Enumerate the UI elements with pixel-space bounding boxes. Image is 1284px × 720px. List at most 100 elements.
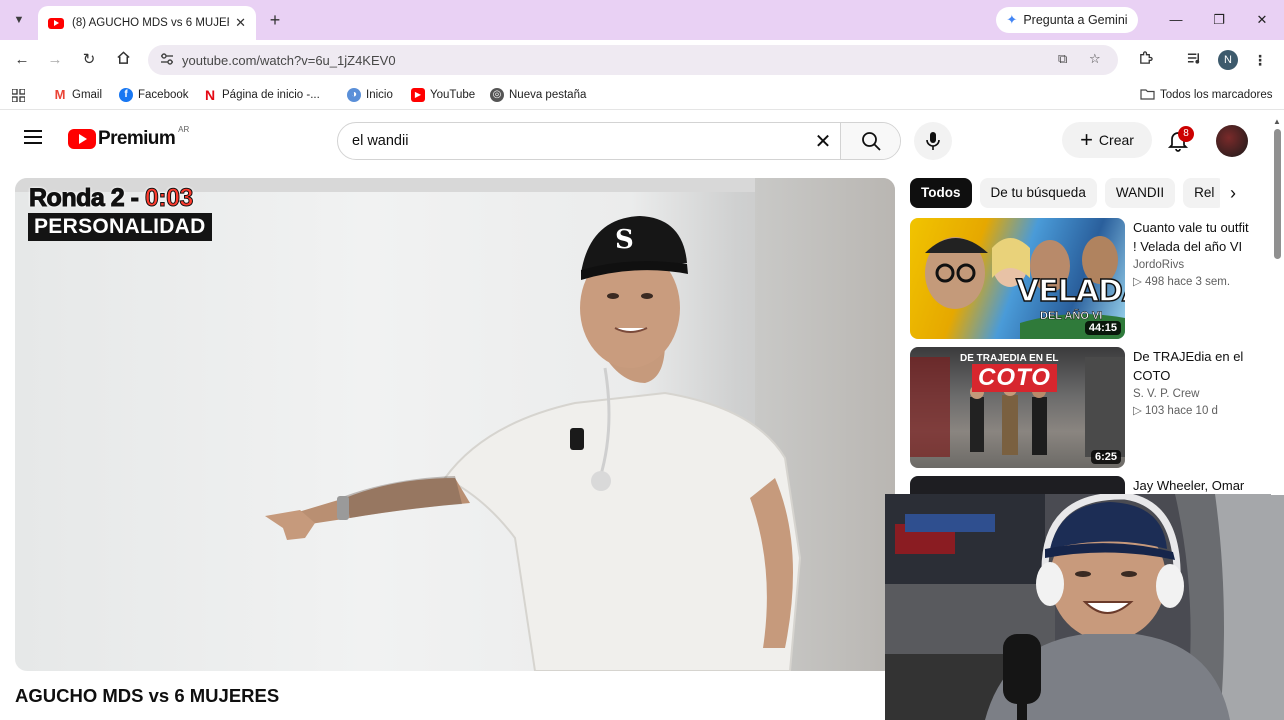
- guide-menu-icon[interactable]: [24, 130, 42, 144]
- chrome-menu-icon[interactable]: ⋮: [1250, 50, 1270, 70]
- search-box[interactable]: el wandii ✕: [337, 122, 901, 160]
- bookmarks-bar: M Gmail f Facebook N Página de inicio -.…: [0, 80, 1284, 110]
- recommendation-meta: De TRAJEdia en el COTO S. V. P. Crew ▷ 1…: [1133, 347, 1253, 417]
- home-icon[interactable]: [113, 50, 133, 70]
- channel-name[interactable]: JordoRivs: [1133, 259, 1253, 271]
- gmail-icon: M: [53, 87, 67, 102]
- scrollbar-thumb[interactable]: [1274, 129, 1281, 259]
- window-close-icon[interactable]: ✕: [1252, 10, 1272, 30]
- install-app-icon[interactable]: ⧉: [1058, 51, 1067, 67]
- chip-de-tu-busqueda[interactable]: De tu búsqueda: [979, 178, 1097, 208]
- notification-count-badge: 8: [1178, 126, 1194, 142]
- all-bookmarks[interactable]: Todos los marcadores: [1140, 87, 1273, 103]
- gemini-button[interactable]: ✦ Pregunta a Gemini: [996, 7, 1138, 33]
- reload-icon[interactable]: ↻: [79, 50, 99, 70]
- voice-search-button[interactable]: [914, 122, 952, 160]
- round-overlay: Ronda 2 - 0:03: [29, 184, 194, 213]
- view-stats: ▷ 498 hace 3 sem.: [1133, 276, 1231, 288]
- video-player[interactable]: S Ronda 2 - 0:03 PERSONALIDAD: [15, 178, 895, 671]
- chips-next-chevron-icon[interactable]: ›: [1222, 182, 1244, 204]
- gemini-spark-icon: ✦: [1006, 12, 1018, 27]
- recommendation-item[interactable]: VELADA DEL AÑO VI 44:15 Cuanto vale tu o…: [910, 218, 1270, 340]
- apps-grid-icon[interactable]: [12, 87, 25, 103]
- url-text[interactable]: youtube.com/watch?v=6u_1jZ4KEV0: [182, 53, 396, 68]
- video-thumbnail[interactable]: DE TRAJEDIA EN EL COTO 6:25: [910, 347, 1125, 468]
- bookmark-gmail[interactable]: M Gmail: [53, 87, 102, 103]
- clear-search-icon[interactable]: ✕: [806, 129, 840, 154]
- svg-text:S: S: [615, 225, 634, 255]
- forward-arrow-icon[interactable]: →: [45, 50, 65, 70]
- bookmark-youtube[interactable]: ▶ YouTube: [411, 87, 475, 103]
- recommendation-title[interactable]: Jay Wheeler, Omar: [1133, 476, 1253, 495]
- video-duration: 44:15: [1084, 321, 1121, 335]
- round-label: Ronda 2 -: [29, 184, 145, 213]
- back-arrow-icon[interactable]: ←: [12, 50, 32, 70]
- youtube-play-logo-icon: [68, 129, 96, 149]
- microphone-icon: [926, 132, 940, 150]
- chip-todos[interactable]: Todos: [910, 178, 972, 208]
- site-settings-icon[interactable]: [160, 52, 180, 68]
- chrome-icon: ◎: [490, 88, 504, 102]
- address-bar[interactable]: youtube.com/watch?v=6u_1jZ4KEV0 ⧉ ☆: [148, 45, 1118, 75]
- streamer-webcam-overlay: [885, 494, 1284, 720]
- media-control-icon[interactable]: [1184, 50, 1204, 70]
- profile-avatar[interactable]: N: [1218, 50, 1238, 70]
- bookmark-label: YouTube: [430, 89, 476, 101]
- all-bookmarks-label: Todos los marcadores: [1160, 89, 1273, 101]
- chip-wandii[interactable]: WANDII: [1104, 178, 1176, 208]
- webcam-frame: [885, 494, 1284, 720]
- netflix-icon: N: [203, 87, 217, 103]
- recommendation-title[interactable]: Cuanto vale tu outfit ! Velada del año V…: [1133, 218, 1253, 256]
- recommendation-item[interactable]: DE TRAJEDIA EN EL COTO 6:25 De TRAJEdia …: [910, 347, 1270, 469]
- search-input[interactable]: el wandii: [338, 133, 806, 149]
- thumbnail-big-text: COTO: [972, 364, 1057, 392]
- chip-related[interactable]: Rel: [1183, 178, 1220, 208]
- bookmark-new-tab[interactable]: ◎ Nueva pestaña: [490, 87, 586, 103]
- video-thumbnail[interactable]: VELADA DEL AÑO VI 44:15: [910, 218, 1125, 339]
- country-code: AR: [178, 124, 190, 134]
- youtube-icon: ▶: [411, 88, 425, 102]
- bookmark-label: Gmail: [72, 89, 103, 101]
- view-stats: ▷ 103 hace 10 d: [1133, 405, 1218, 417]
- bookmark-netflix[interactable]: N Página de inicio -...: [203, 87, 320, 103]
- browser-toolbar: ← → ↻ youtube.com/watch?v=6u_1jZ4KEV0 ⧉ …: [0, 40, 1284, 80]
- tab-search-chevron-icon[interactable]: ▼: [8, 10, 30, 30]
- related-chips-bar: Todos De tu búsqueda WANDII Rel: [910, 178, 1220, 208]
- video-duration: 6:25: [1090, 450, 1121, 464]
- scroll-up-icon[interactable]: ▲: [1273, 117, 1281, 126]
- logo-wordmark: Premium: [98, 128, 176, 149]
- restore-icon[interactable]: ❐: [1209, 10, 1229, 30]
- youtube-masthead: Premium AR el wandii ✕ + Crear: [0, 110, 1270, 170]
- channel-name[interactable]: S. V. P. Crew: [1133, 388, 1253, 400]
- create-button[interactable]: + Crear: [1062, 122, 1152, 158]
- extensions-icon[interactable]: [1135, 50, 1155, 70]
- recommendation-meta: Jay Wheeler, Omar: [1133, 476, 1253, 495]
- new-tab-plus-icon[interactable]: +: [264, 9, 286, 31]
- folder-icon: [1140, 88, 1155, 103]
- bookmark-inicio[interactable]: ◑ Inicio: [347, 87, 393, 103]
- bookmark-star-icon[interactable]: ☆: [1089, 51, 1101, 67]
- outlook-icon: ◑: [347, 88, 361, 102]
- search-icon: [861, 132, 881, 151]
- bookmark-label: Página de inicio -...: [222, 89, 320, 101]
- tab-title: (8) AGUCHO MDS vs 6 MUJERES: [72, 17, 229, 29]
- youtube-premium-logo[interactable]: Premium AR: [68, 124, 190, 150]
- video-frame-person: S: [265, 216, 802, 671]
- bookmark-facebook[interactable]: f Facebook: [119, 87, 189, 103]
- create-label: Crear: [1098, 132, 1134, 148]
- category-overlay: PERSONALIDAD: [28, 213, 212, 241]
- browser-tab[interactable]: (8) AGUCHO MDS vs 6 MUJERES ✕: [38, 6, 256, 40]
- plus-icon: +: [1080, 127, 1093, 152]
- page-scrollbar[interactable]: ▲: [1271, 115, 1284, 495]
- recommendation-meta: Cuanto vale tu outfit ! Velada del año V…: [1133, 218, 1253, 288]
- round-timer: 0:03: [144, 184, 194, 213]
- youtube-favicon-icon: [48, 17, 64, 29]
- account-avatar[interactable]: [1216, 125, 1248, 157]
- video-title: AGUCHO MDS vs 6 MUJERES: [15, 685, 280, 706]
- tab-close-icon[interactable]: ✕: [235, 15, 246, 31]
- minimize-icon[interactable]: —: [1166, 10, 1186, 30]
- bookmark-label: Inicio: [366, 89, 393, 101]
- gemini-label: Pregunta a Gemini: [1023, 13, 1128, 27]
- recommendation-title[interactable]: De TRAJEdia en el COTO: [1133, 347, 1253, 385]
- search-button[interactable]: [840, 123, 900, 159]
